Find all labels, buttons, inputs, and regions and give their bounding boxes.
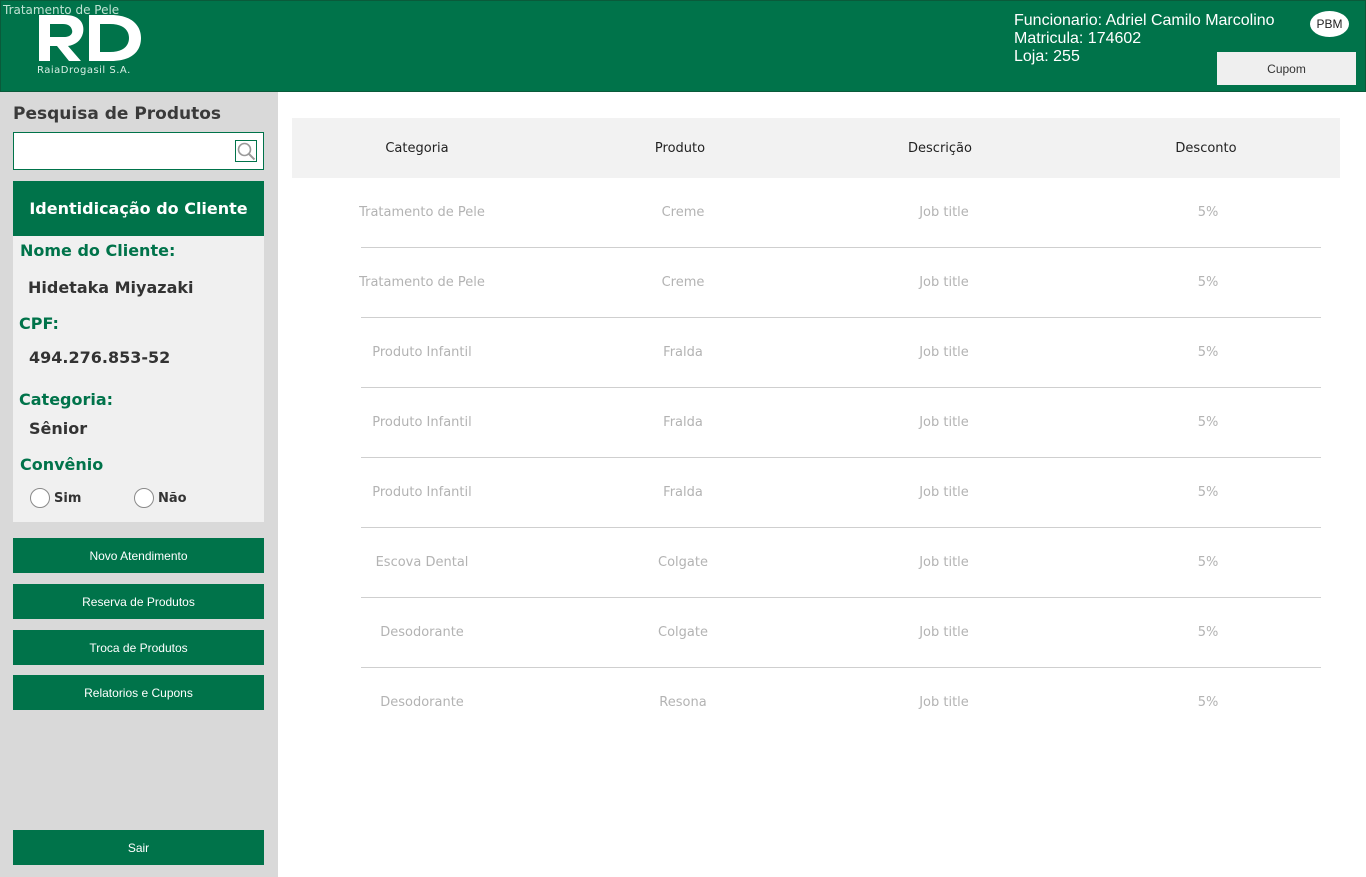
cell-category: Desodorante xyxy=(380,695,464,710)
cupom-button[interactable]: Cupom xyxy=(1217,52,1356,85)
column-header-category: Categoria xyxy=(385,141,449,156)
cell-description: Job title xyxy=(919,485,969,500)
app-root: Tratamento de Pele RaiaDrogasil S.A. Fun… xyxy=(0,0,1366,877)
cell-category: Produto Infantil xyxy=(372,415,472,430)
product-exchange-button[interactable]: Troca de Produtos xyxy=(13,630,264,665)
column-header-discount: Desconto xyxy=(1175,141,1237,156)
cell-product: Colgate xyxy=(658,555,708,570)
table-row[interactable]: Tratamento de Pele Creme Job title 5% xyxy=(292,178,1340,248)
cell-discount: 5% xyxy=(1197,485,1219,500)
reports-coupons-button[interactable]: Relatorios e Cupons xyxy=(13,675,264,710)
cell-description: Job title xyxy=(919,205,969,220)
search-field xyxy=(13,132,264,170)
table-row[interactable]: Produto Infantil Fralda Job title 5% xyxy=(292,318,1340,388)
cell-category: Tratamento de Pele xyxy=(359,275,485,290)
sidebar: Pesquisa de Produtos Identidicação do Cl… xyxy=(0,92,278,877)
client-identification-panel: Identidicação do Cliente Nome do Cliente… xyxy=(13,181,264,522)
cell-discount: 5% xyxy=(1197,415,1219,430)
cell-description: Job title xyxy=(919,555,969,570)
column-header-product: Produto xyxy=(654,141,706,156)
cell-category: Desodorante xyxy=(380,625,464,640)
cell-product: Resona xyxy=(659,695,707,710)
agreement-label: Convênio xyxy=(20,455,104,474)
agreement-yes-radio[interactable] xyxy=(30,488,50,508)
agreement-no-radio[interactable] xyxy=(134,488,154,508)
employee-id: Matricula: 174602 xyxy=(1014,30,1142,47)
cell-product: Creme xyxy=(661,205,705,220)
cell-description: Job title xyxy=(919,625,969,640)
search-input[interactable] xyxy=(16,135,234,167)
top-header: Tratamento de Pele RaiaDrogasil S.A. Fun… xyxy=(0,0,1366,92)
search-title: Pesquisa de Produtos xyxy=(13,104,222,124)
cell-description: Job title xyxy=(919,275,969,290)
cpf-value: 494.276.853-52 xyxy=(29,348,171,367)
agreement-yes-label: Sim xyxy=(54,491,82,506)
table-row[interactable]: Desodorante Colgate Job title 5% xyxy=(292,598,1340,668)
cpf-label: CPF: xyxy=(19,314,59,333)
table-row[interactable]: Escova Dental Colgate Job title 5% xyxy=(292,528,1340,598)
cell-product: Creme xyxy=(661,275,705,290)
cell-category: Tratamento de Pele xyxy=(359,205,485,220)
cell-discount: 5% xyxy=(1197,345,1219,360)
cell-description: Job title xyxy=(919,695,969,710)
cell-product: Fralda xyxy=(663,415,703,430)
cell-discount: 5% xyxy=(1197,625,1219,640)
agreement-no-label: Não xyxy=(158,491,187,506)
table-row[interactable]: Produto Infantil Fralda Job title 5% xyxy=(292,458,1340,528)
client-name-label: Nome do Cliente: xyxy=(20,241,176,260)
cell-discount: 5% xyxy=(1197,695,1219,710)
cell-product: Colgate xyxy=(658,625,708,640)
product-reservation-button[interactable]: Reserva de Produtos xyxy=(13,584,264,619)
logo-caption: RaiaDrogasil S.A. xyxy=(37,65,131,76)
cell-product: Fralda xyxy=(663,485,703,500)
table-row[interactable]: Tratamento de Pele Creme Job title 5% xyxy=(292,248,1340,318)
cell-category: Escova Dental xyxy=(375,555,469,570)
new-service-button[interactable]: Novo Atendimento xyxy=(13,538,264,573)
client-panel-title: Identidicação do Cliente xyxy=(13,181,264,236)
cell-description: Job title xyxy=(919,415,969,430)
table-header: Categoria Produto Descrição Desconto xyxy=(292,118,1340,178)
exit-button[interactable]: Sair xyxy=(13,830,264,865)
pbm-button[interactable]: PBM xyxy=(1310,11,1349,37)
cell-description: Job title xyxy=(919,345,969,360)
table-row[interactable]: Desodorante Resona Job title 5% xyxy=(292,668,1340,738)
search-icon[interactable] xyxy=(235,140,257,162)
cell-discount: 5% xyxy=(1197,555,1219,570)
client-name-value: Hidetaka Miyazaki xyxy=(28,278,194,297)
cell-category: Produto Infantil xyxy=(372,485,472,500)
cell-discount: 5% xyxy=(1197,275,1219,290)
cell-product: Fralda xyxy=(663,345,703,360)
cell-category: Produto Infantil xyxy=(372,345,472,360)
table-row[interactable]: Produto Infantil Fralda Job title 5% xyxy=(292,388,1340,458)
employee-name: Funcionario: Adriel Camilo Marcolino xyxy=(1014,12,1275,29)
category-value: Sênior xyxy=(29,419,88,438)
category-label: Categoria: xyxy=(19,390,114,409)
cell-discount: 5% xyxy=(1197,205,1219,220)
column-header-description: Descrição xyxy=(908,141,972,156)
